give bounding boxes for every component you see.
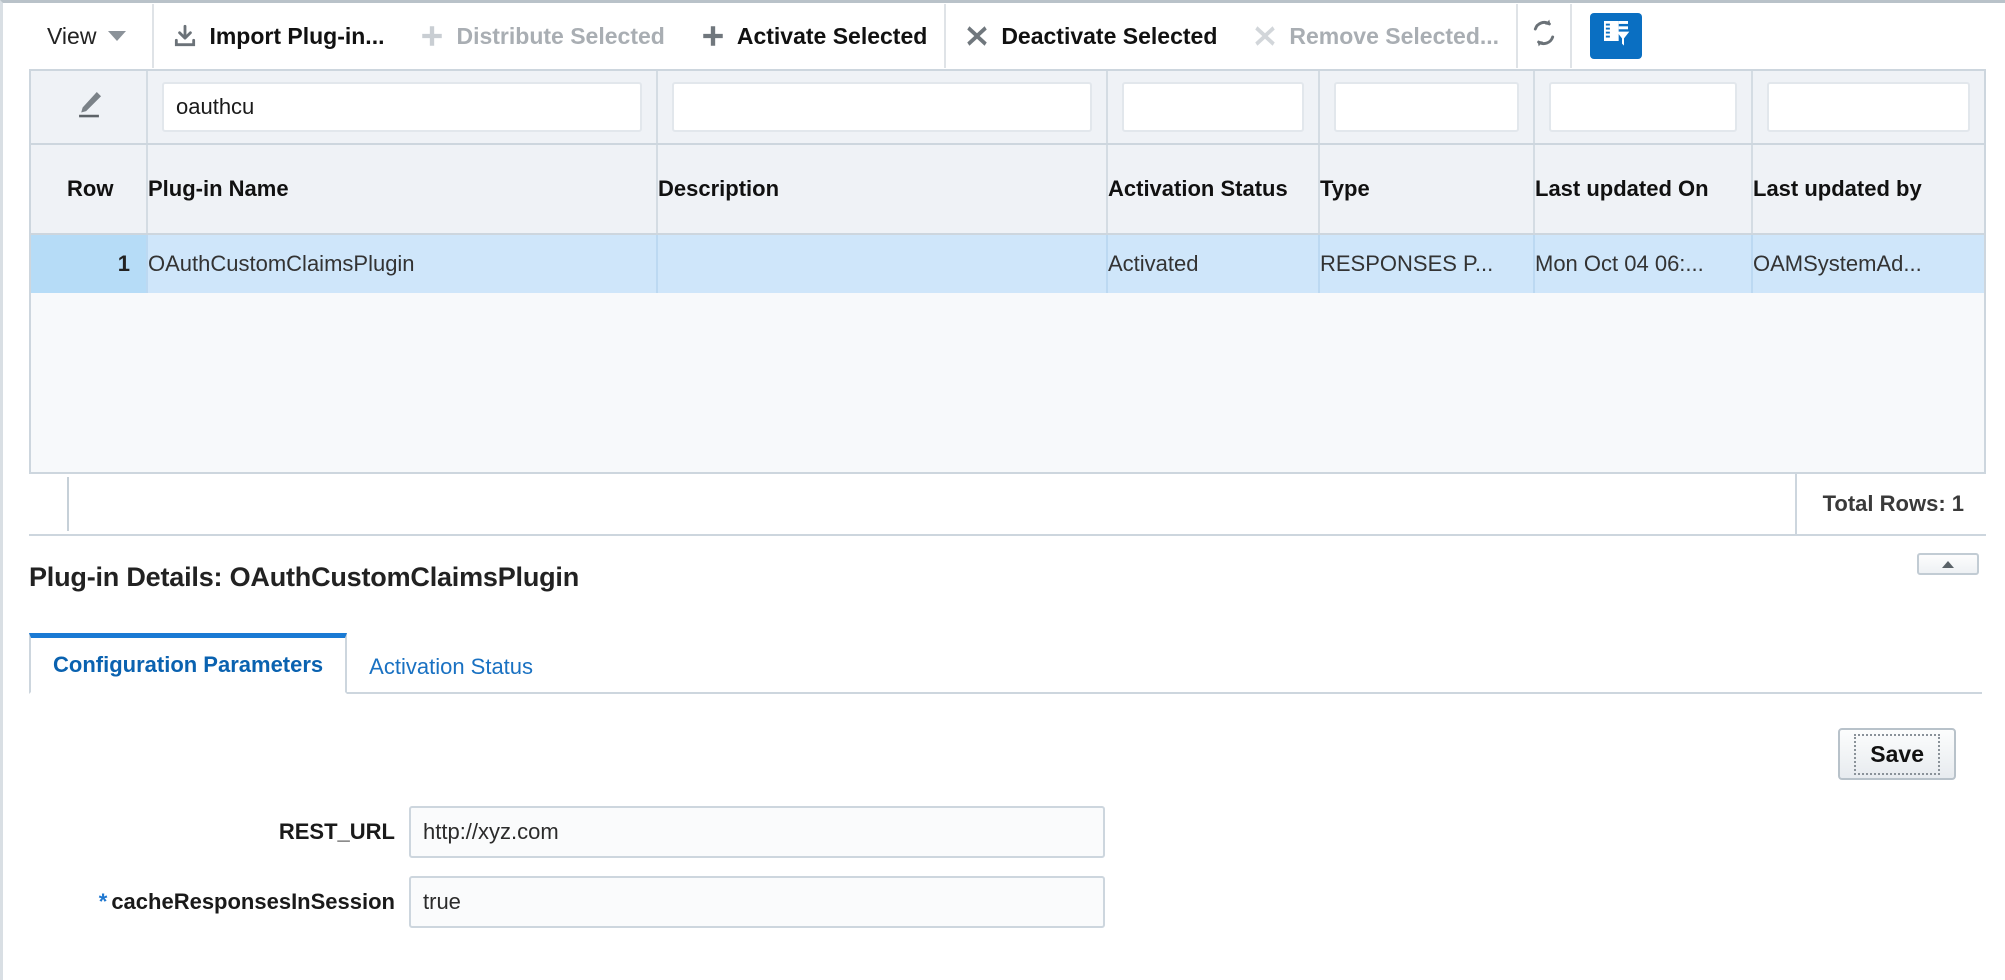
filter-mode-cell bbox=[31, 71, 148, 145]
required-asterisk-icon: * bbox=[98, 889, 108, 914]
filter-input-type[interactable] bbox=[1334, 82, 1519, 132]
cell-activation-status: Activated bbox=[1107, 234, 1320, 293]
column-header-last-updated-by[interactable]: Last updated by bbox=[1752, 144, 1984, 235]
import-plugin-label: Import Plug-in... bbox=[209, 22, 385, 49]
tab-activation-status-label: Activation Status bbox=[369, 654, 534, 679]
cell-type: RESPONSES P... bbox=[1319, 234, 1535, 293]
deactivate-selected-label: Deactivate Selected bbox=[1001, 22, 1218, 49]
x-cross-icon bbox=[963, 22, 991, 50]
details-tabs: Configuration Parameters Activation Stat… bbox=[29, 631, 1982, 694]
activate-selected-button[interactable]: Activate Selected bbox=[682, 3, 944, 69]
page-title: Plug-in Details: OAuthCustomClaimsPlugin bbox=[29, 562, 580, 592]
filter-cell-type bbox=[1319, 71, 1535, 145]
filter-input-last-updated-by[interactable] bbox=[1767, 82, 1970, 132]
column-header-plugin-name[interactable]: Plug-in Name bbox=[147, 144, 658, 235]
filter-cell-plugin-name: oauthcu bbox=[147, 71, 658, 145]
cache-responses-in-session-field[interactable]: true bbox=[409, 876, 1105, 928]
remove-selected-button[interactable]: Remove Selected... bbox=[1234, 3, 1516, 69]
import-download-icon bbox=[171, 22, 199, 50]
deactivate-selected-button[interactable]: Deactivate Selected bbox=[946, 3, 1234, 69]
table-status-bar: Total Rows: 1 bbox=[29, 473, 1986, 536]
remove-selected-label: Remove Selected... bbox=[1289, 22, 1500, 49]
table-filter-row: oauthcu bbox=[31, 71, 1984, 145]
rest-url-label: REST_URL bbox=[278, 819, 395, 844]
cache-responses-in-session-label: * cacheResponsesInSession bbox=[29, 889, 409, 915]
cell-description bbox=[657, 234, 1108, 293]
rest-url-field[interactable]: http://xyz.com bbox=[409, 806, 1105, 858]
query-by-example-toggle-button[interactable] bbox=[1590, 13, 1643, 59]
distribute-selected-label: Distribute Selected bbox=[456, 22, 665, 49]
form-row-cache-responses-in-session: * cacheResponsesInSession true bbox=[29, 876, 2005, 928]
x-cross-icon bbox=[1251, 22, 1279, 50]
column-header-description[interactable]: Description bbox=[657, 144, 1108, 235]
tab-configuration-parameters-label: Configuration Parameters bbox=[53, 652, 324, 677]
refresh-button[interactable] bbox=[1518, 3, 1570, 69]
tab-activation-status[interactable]: Activation Status bbox=[347, 640, 555, 694]
cell-plugin-name: OAuthCustomClaimsPlugin bbox=[147, 234, 658, 293]
configuration-parameters-form: REST_URL http://xyz.com * cacheResponsesI… bbox=[29, 780, 2005, 928]
filter-input-activation-status[interactable] bbox=[1122, 82, 1304, 132]
table-filter-icon bbox=[1600, 17, 1632, 55]
table-header-row: Row Plug-in Name Description Activation … bbox=[31, 144, 1984, 235]
save-button[interactable]: Save bbox=[1838, 728, 1956, 780]
plugin-details-panel: Plug-in Details: OAuthCustomClaimsPlugin… bbox=[29, 536, 2005, 928]
table-empty-area bbox=[31, 349, 1984, 472]
cell-last-updated-by: OAMSystemAd... bbox=[1752, 234, 1984, 293]
form-row-rest-url: REST_URL http://xyz.com bbox=[29, 806, 2005, 858]
plugins-table: oauthcu Row Plug-in Name Description Act… bbox=[29, 69, 1986, 474]
chevron-down-icon bbox=[108, 31, 127, 41]
save-button-label: Save bbox=[1854, 733, 1940, 775]
panel-collapse-button[interactable] bbox=[1917, 553, 1979, 575]
footer-divider bbox=[67, 477, 69, 531]
view-menu-label: View bbox=[47, 22, 97, 49]
column-header-row[interactable]: Row bbox=[31, 144, 148, 235]
save-button-row: Save bbox=[29, 694, 1982, 780]
cache-responses-in-session-label-text: cacheResponsesInSession bbox=[111, 889, 395, 914]
activate-selected-label: Activate Selected bbox=[736, 22, 928, 49]
filter-cell-activation-status bbox=[1107, 71, 1320, 145]
column-header-activation-status[interactable]: Activation Status bbox=[1107, 144, 1320, 235]
import-plugin-button[interactable]: Import Plug-in... bbox=[154, 3, 401, 69]
filter-input-plugin-name[interactable]: oauthcu bbox=[162, 82, 642, 132]
filter-input-last-updated-on[interactable] bbox=[1549, 82, 1737, 132]
tab-configuration-parameters[interactable]: Configuration Parameters bbox=[29, 633, 348, 694]
column-header-last-updated-on[interactable]: Last updated On bbox=[1534, 144, 1753, 235]
column-header-type[interactable]: Type bbox=[1319, 144, 1535, 235]
plus-icon bbox=[418, 22, 446, 50]
refresh-icon bbox=[1528, 17, 1560, 55]
filter-cell-description bbox=[657, 71, 1108, 145]
table-toolbar: View Import Plug-in... Distribute Select… bbox=[3, 3, 2005, 69]
view-menu-button[interactable]: View bbox=[29, 3, 152, 69]
cell-row-number: 1 bbox=[31, 234, 148, 293]
toolbar-divider bbox=[1570, 4, 1573, 68]
query-pen-icon bbox=[72, 91, 106, 126]
collapse-up-icon bbox=[1940, 552, 1956, 576]
table-row[interactable]: 1 OAuthCustomClaimsPlugin Activated RESP… bbox=[31, 234, 1984, 293]
cell-last-updated-on: Mon Oct 04 06:... bbox=[1534, 234, 1753, 293]
plus-icon bbox=[699, 22, 727, 50]
filter-cell-last-updated-by bbox=[1752, 71, 1984, 145]
plugin-management-page: View Import Plug-in... Distribute Select… bbox=[0, 0, 2005, 980]
filter-input-description[interactable] bbox=[672, 82, 1092, 132]
filter-cell-last-updated-on bbox=[1534, 71, 1753, 145]
total-rows-label: Total Rows: 1 bbox=[1794, 473, 1986, 535]
distribute-selected-button[interactable]: Distribute Selected bbox=[401, 3, 681, 69]
